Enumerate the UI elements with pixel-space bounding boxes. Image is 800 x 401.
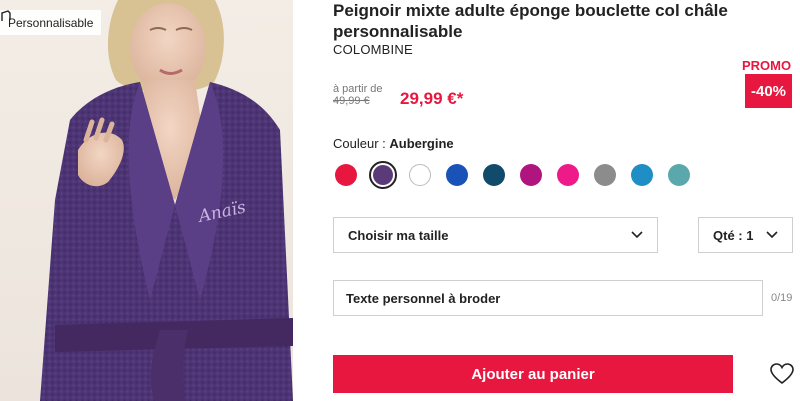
size-select-label: Choisir ma taille <box>348 227 449 243</box>
color-swatch[interactable] <box>668 164 690 186</box>
pen-icon <box>1 10 11 21</box>
color-swatch[interactable] <box>335 164 357 186</box>
color-swatch[interactable] <box>369 161 397 189</box>
embroidery-input-placeholder: Texte personnel à broder <box>346 290 501 306</box>
personalisable-badge: Personnalisable <box>0 10 102 35</box>
color-swatch[interactable] <box>631 164 653 186</box>
selected-color-name: Aubergine <box>389 136 454 151</box>
promo-discount-badge: -40% <box>745 74 792 108</box>
product-brand[interactable]: COLOMBINE <box>333 42 413 57</box>
color-swatch[interactable] <box>409 164 431 186</box>
quantity-select[interactable]: Qté : 1 <box>698 217 793 253</box>
color-swatch[interactable] <box>557 164 579 186</box>
current-price: 29,99 €* <box>400 89 464 108</box>
promo-label: PROMO <box>742 58 792 73</box>
badge-label: Personnalisable <box>8 15 94 30</box>
embroidery-text-input[interactable]: Texte personnel à broder <box>333 280 763 316</box>
color-label: Couleur : Aubergine <box>333 136 454 151</box>
color-swatch[interactable] <box>446 164 468 186</box>
heart-icon[interactable] <box>770 363 794 385</box>
price-from-label: à partir de <box>333 83 383 95</box>
old-price: 49,99 € <box>333 95 370 107</box>
chevron-down-icon <box>631 231 643 239</box>
product-title: Peignoir mixte adulte éponge bouclette c… <box>333 1 728 41</box>
size-select[interactable]: Choisir ma taille <box>333 217 658 253</box>
bathrobe-illustration: Anaïs <box>40 0 293 401</box>
product-image[interactable]: Anaïs Personnalisable <box>0 0 293 401</box>
quantity-select-label: Qté : 1 <box>713 227 754 243</box>
chevron-down-icon <box>766 231 778 239</box>
color-swatch-fill <box>373 165 393 185</box>
color-label-text: Couleur : <box>333 136 390 151</box>
add-to-cart-button[interactable]: Ajouter au panier <box>333 355 733 393</box>
character-counter: 0/19 <box>771 292 793 304</box>
color-swatch[interactable] <box>520 164 542 186</box>
color-swatch[interactable] <box>483 164 505 186</box>
color-swatch[interactable] <box>594 164 616 186</box>
